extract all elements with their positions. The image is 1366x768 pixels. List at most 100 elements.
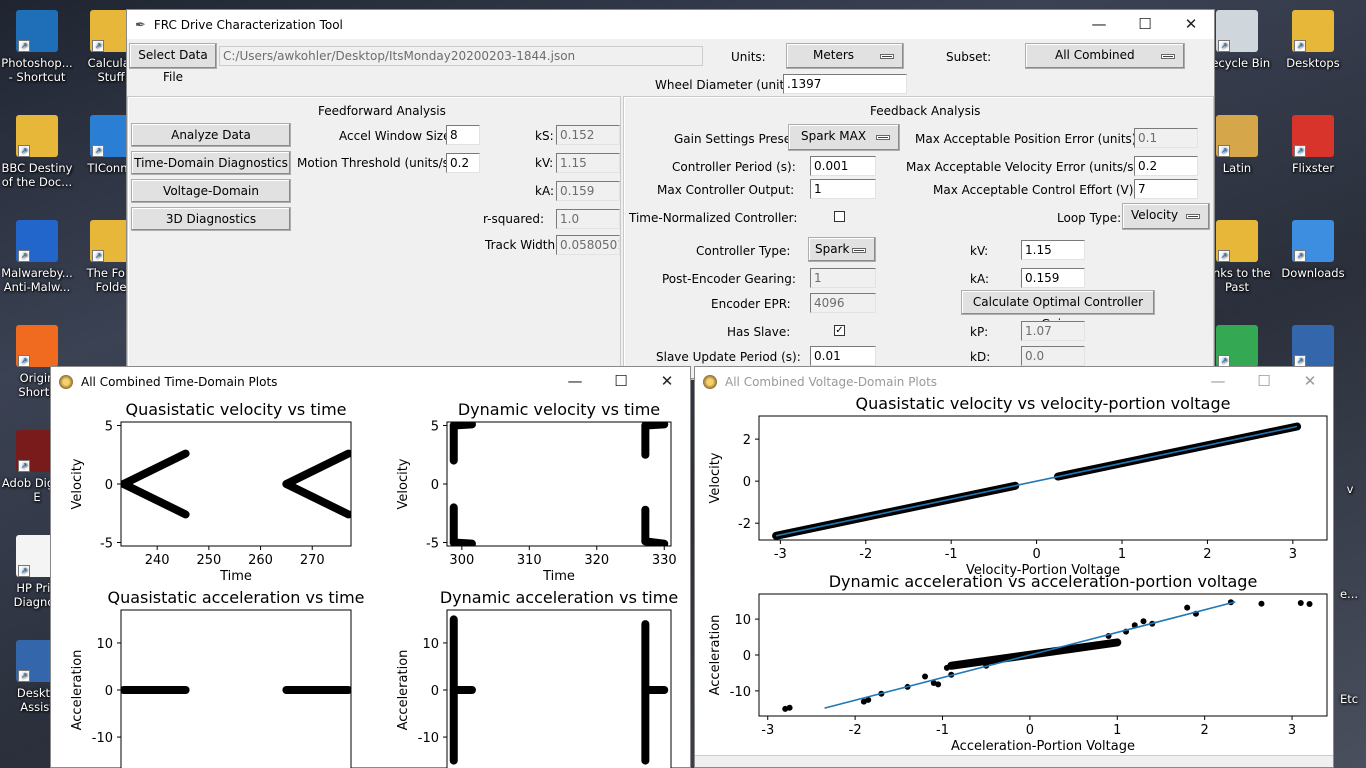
controller-type-menu[interactable]: Spark (808, 237, 876, 262)
x-tick-label: 2 (1201, 723, 1209, 738)
data-point (1061, 646, 1068, 653)
x-tick-label: -1 (936, 723, 949, 738)
motion-threshold-input[interactable]: 0.2 (446, 153, 480, 173)
plot-toolbar[interactable] (695, 755, 1333, 767)
data-point (922, 673, 929, 680)
preset-label: Gain Settings Preset: (674, 132, 800, 146)
voltage-domain-diagnostics-button[interactable]: Voltage-Domain Diagnostics (131, 179, 291, 220)
desktop-icon-bbc-destiny[interactable]: ↗ BBC Destiny of the Doc... (0, 115, 74, 189)
loop-type-menu[interactable]: Velocity (1122, 203, 1210, 230)
dropdown-indicator-icon (1162, 55, 1174, 58)
time-maximize-button[interactable]: ☐ (598, 367, 644, 396)
units-menu[interactable]: Meters (786, 43, 904, 69)
shortcut-arrow-icon: ↗ (1218, 145, 1230, 157)
data-point (786, 704, 793, 711)
desktop-fragment-3: Etc (1339, 692, 1359, 706)
has-slave-checkbox[interactable]: ✓ (834, 325, 845, 336)
x-tick-label: 240 (145, 553, 170, 568)
minimize-button[interactable]: — (1076, 10, 1122, 39)
subset-label: Subset: (946, 50, 992, 64)
fb-ka-input[interactable]: 0.159 (1021, 268, 1085, 288)
slave-period-input[interactable]: 0.01 (810, 346, 876, 366)
time-domain-titlebar[interactable]: All Combined Time-Domain Plots — ☐ ✕ (51, 367, 690, 396)
desktop-icon-label: Malwareby... Anti-Malw... (1, 266, 73, 294)
fb-kv-label: kV: (970, 244, 989, 258)
max-velocity-error-input[interactable]: 0.2 (1134, 156, 1198, 176)
file-path-field[interactable]: C:/Users/awkohler/Desktop/ItsMonday20200… (219, 46, 703, 66)
preset-menu[interactable]: Spark MAX (788, 124, 900, 151)
data-point (1297, 599, 1304, 606)
voltage-domain-titlebar[interactable]: All Combined Voltage-Domain Plots — ☐ ✕ (695, 367, 1333, 396)
time-minimize-button[interactable]: — (552, 367, 598, 396)
subset-menu[interactable]: All Combined (1025, 43, 1185, 69)
accel-window-input[interactable]: 8 (446, 125, 480, 145)
shortcut-arrow-icon: ↗ (92, 40, 104, 52)
shortcut-arrow-icon: ↗ (1294, 145, 1306, 157)
voltage-close-button[interactable]: ✕ (1287, 367, 1333, 396)
desktop-icon-flixster[interactable]: ↗ Flixster (1276, 115, 1350, 175)
photoshop-icon: ↗ (16, 10, 58, 52)
network-monitor-icon: ↗ (1292, 325, 1334, 367)
y-axis-label: Acceleration (708, 615, 723, 696)
x-tick-label: 2 (1203, 547, 1211, 562)
time-normalized-checkbox[interactable] (834, 211, 845, 222)
x-tick-label: 3 (1288, 723, 1296, 738)
shortcut-arrow-icon: ↗ (18, 565, 30, 577)
fb-ka-label: kA: (970, 272, 989, 286)
chart-title: Dynamic velocity vs time (458, 400, 660, 419)
bbc-destiny-icon: ↗ (16, 115, 58, 157)
desktop-icon-photoshop[interactable]: ↗ Photoshop... - Shortcut (0, 10, 74, 84)
chart-title: Quasistatic velocity vs velocity-portion… (856, 396, 1231, 413)
voltage-minimize-button[interactable]: — (1195, 367, 1241, 396)
calculate-gains-button[interactable]: Calculate Optimal Controller Gains (961, 290, 1155, 331)
y-tick-label: 0 (105, 478, 113, 493)
max-output-input[interactable]: 1 (810, 179, 876, 199)
controller-type-value: Spark (815, 242, 850, 256)
y-axis-label: Acceleration (396, 650, 411, 731)
fb-kv-input[interactable]: 1.15 (1021, 240, 1085, 260)
feedback-panel: Feedback Analysis Gain Settings Preset: … (623, 96, 1214, 380)
y-tick-label: 0 (431, 478, 439, 493)
shortcut-arrow-icon: ↗ (18, 460, 30, 472)
x-tick-label: 0 (1032, 547, 1040, 562)
shortcut-arrow-icon: ↗ (18, 670, 30, 682)
feedforward-panel: Feedforward Analysis Analyze Data Time-D… (127, 96, 621, 380)
ka-label: kA: (535, 184, 554, 198)
slave-period-label: Slave Update Period (s): (656, 350, 801, 364)
y-tick-label: 2 (743, 433, 751, 448)
analyze-data-button[interactable]: Analyze Data (131, 123, 291, 147)
max-position-error-value[interactable]: 0.1 (1134, 128, 1198, 148)
y-tick-label: 5 (105, 420, 113, 435)
shortcut-arrow-icon: ↗ (18, 40, 30, 52)
close-button[interactable]: ✕ (1168, 10, 1214, 39)
recycle-bin-icon: ↗ (1216, 10, 1258, 52)
time-close-button[interactable]: ✕ (644, 367, 690, 396)
time-domain-diagnostics-button[interactable]: Time-Domain Diagnostics (131, 151, 291, 175)
y-tick-label: 0 (743, 475, 751, 490)
desktop-icon-network-monitor[interactable]: ↗ (1276, 325, 1350, 371)
x-tick-label: 300 (449, 553, 474, 568)
maximize-button[interactable]: ☐ (1122, 10, 1168, 39)
shortcut-arrow-icon: ↗ (92, 250, 104, 262)
main-title: FRC Drive Characterization Tool (153, 17, 343, 32)
desktop-icon-desktops[interactable]: ↗ Desktops (1276, 10, 1350, 70)
desktop-icon-malwarebytes[interactable]: ↗ Malwareby... Anti-Malw... (0, 220, 74, 294)
kp-value: 1.07 (1021, 321, 1085, 341)
main-titlebar[interactable]: ✒ FRC Drive Characterization Tool — ☐ ✕ (127, 10, 1214, 39)
wheel-diameter-input[interactable]: .1397 (783, 74, 907, 94)
flixster-icon: ↗ (1292, 115, 1334, 157)
controller-period-input[interactable]: 0.001 (810, 156, 876, 176)
desktop-fragment-2: e... (1339, 587, 1359, 601)
3d-diagnostics-button[interactable]: 3D Diagnostics (131, 207, 291, 231)
desktop-icon-label: BBC Destiny of the Doc... (1, 161, 73, 189)
desktop-icon-downloads[interactable]: ↗ Downloads (1276, 220, 1350, 280)
preset-value: Spark MAX (801, 129, 867, 143)
shortcut-arrow-icon: ↗ (92, 145, 104, 157)
shortcut-arrow-icon: ↗ (1218, 40, 1230, 52)
motion-threshold-label: Motion Threshold (units/s): (297, 156, 458, 170)
max-control-effort-input[interactable]: 7 (1134, 179, 1198, 199)
voltage-maximize-button[interactable]: ☐ (1241, 367, 1287, 396)
chart-qv: Quasistatic velocity vs time 240 250 260 270… (70, 400, 352, 584)
select-data-file-button[interactable]: Select Data File (129, 43, 217, 84)
time-domain-plots: Quasistatic velocity vs time 240 250 260 270… (70, 400, 678, 768)
